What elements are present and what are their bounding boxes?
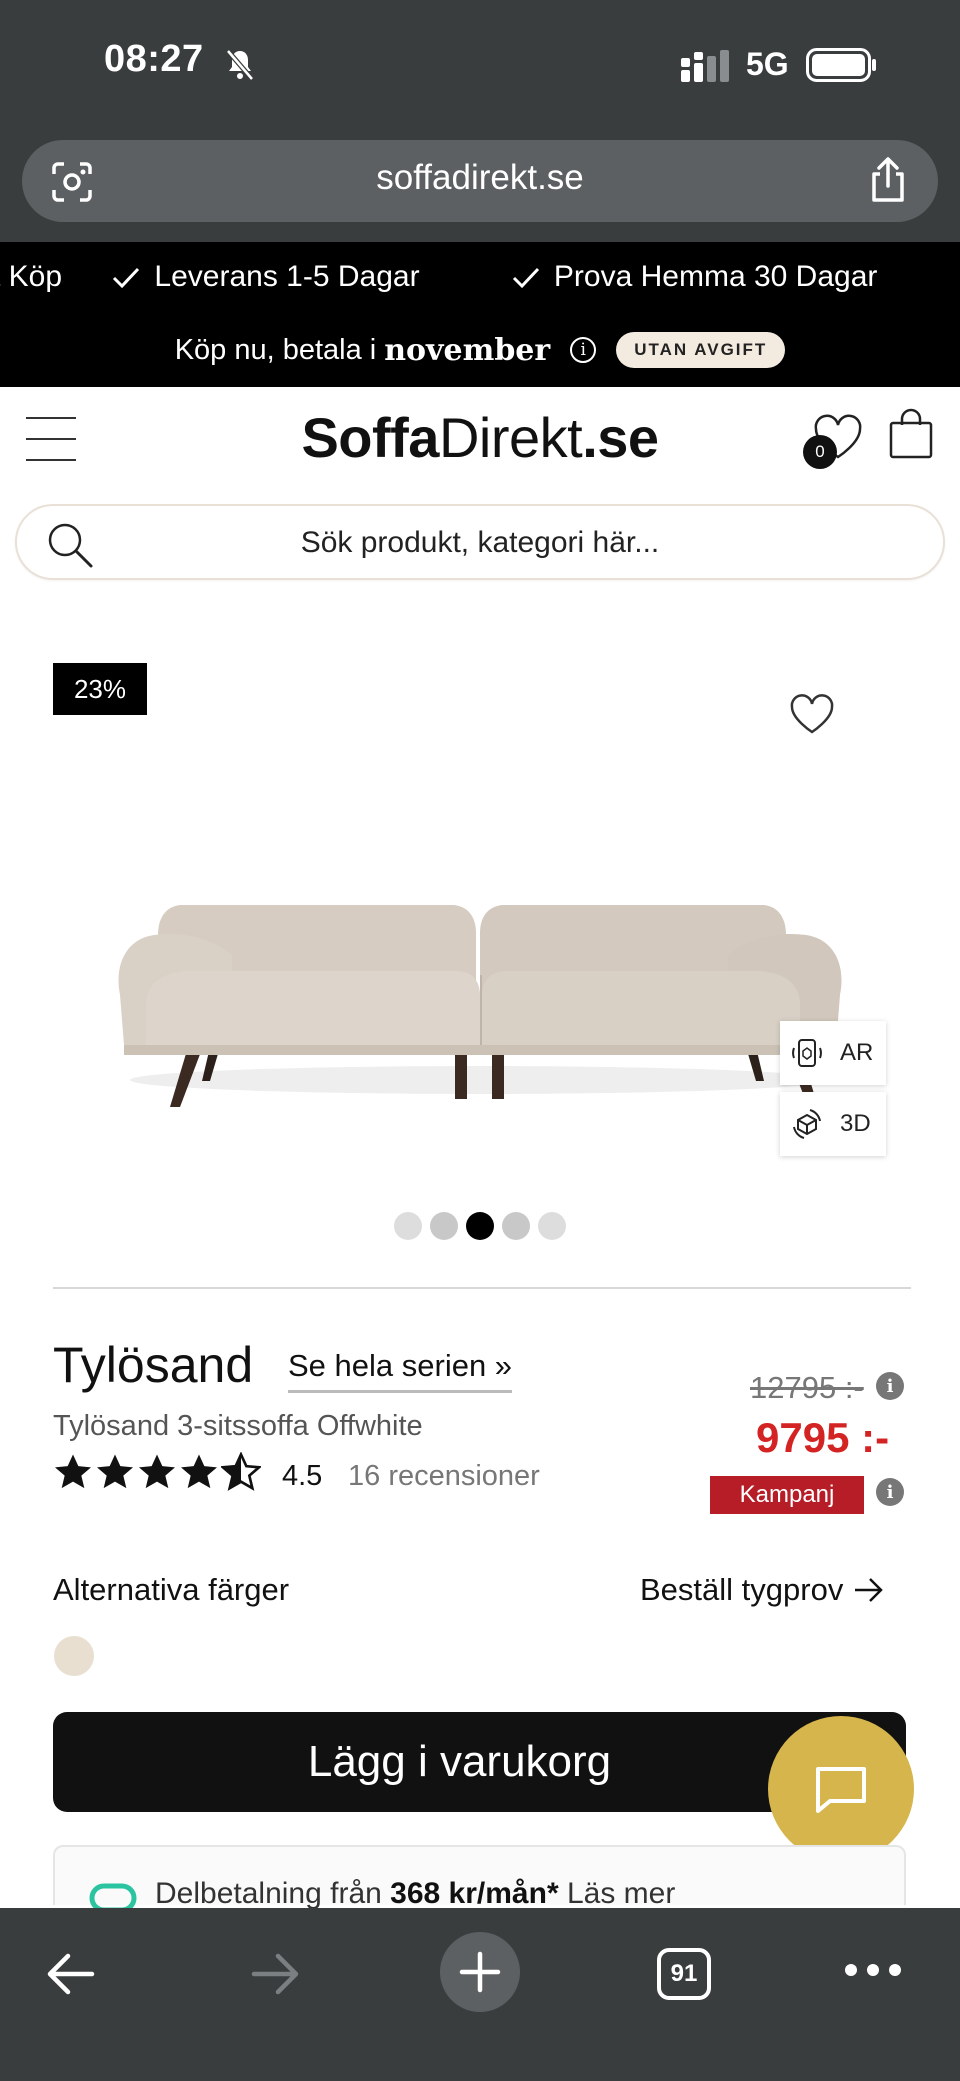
series-link[interactable]: Se hela serien » bbox=[288, 1348, 513, 1393]
no-fee-badge: UTAN AVGIFT bbox=[616, 332, 786, 368]
campaign-badge: Kampanj bbox=[710, 1476, 864, 1514]
address-bar[interactable]: soffadirekt.se bbox=[22, 140, 938, 222]
status-time: 08:27 bbox=[104, 38, 204, 80]
ar-icon bbox=[792, 1039, 822, 1067]
divider bbox=[53, 1287, 911, 1289]
usp-item: t Köp bbox=[0, 260, 63, 293]
order-fabric-sample-link[interactable]: Beställ tygprov bbox=[640, 1572, 885, 1608]
view-3d-button[interactable]: 3D bbox=[780, 1092, 886, 1156]
usp-ticker: t Köp Leverans 1-5 Dagar Prova Hemma 30 … bbox=[0, 260, 960, 294]
gallery-dot[interactable] bbox=[394, 1212, 422, 1240]
ar-button[interactable]: AR bbox=[780, 1021, 886, 1085]
read-more-link[interactable]: Läs mer bbox=[567, 1877, 675, 1910]
arrow-right-icon bbox=[855, 1578, 884, 1602]
back-arrow-icon[interactable] bbox=[44, 1952, 96, 1996]
gallery-dot[interactable] bbox=[430, 1212, 458, 1240]
star-icon bbox=[181, 1454, 217, 1489]
alternative-colors-label: Alternativa färger bbox=[53, 1572, 290, 1607]
rating-value: 4.5 bbox=[282, 1460, 323, 1492]
gallery-dot-active[interactable] bbox=[466, 1212, 494, 1240]
current-price: 9795 :- bbox=[756, 1414, 890, 1461]
campaign-info-icon[interactable]: i bbox=[876, 1478, 904, 1506]
shopping-bag-icon[interactable] bbox=[888, 407, 934, 459]
site-header: SoffaDirekt.se 0 bbox=[0, 387, 960, 497]
tabs-count-button[interactable]: 91 bbox=[657, 1948, 711, 2000]
share-icon[interactable] bbox=[868, 156, 908, 204]
half-star-icon bbox=[221, 1452, 261, 1491]
network-label: 5G bbox=[746, 46, 789, 82]
product-subtitle: Tylösand 3-sitssoffa Offwhite bbox=[53, 1410, 423, 1442]
reviews-link[interactable]: 16 recensioner bbox=[348, 1460, 540, 1493]
usp-item: Prova Hemma 30 Dagar bbox=[512, 260, 919, 293]
star-icon bbox=[139, 1454, 175, 1489]
star-icon bbox=[97, 1454, 133, 1489]
promo-banner: t Köp Leverans 1-5 Dagar Prova Hemma 30 … bbox=[0, 242, 960, 387]
color-swatch-offwhite[interactable] bbox=[54, 1636, 94, 1676]
battery-icon bbox=[806, 48, 876, 82]
chat-bubble-icon bbox=[816, 1767, 866, 1813]
installment-text: Delbetalning från 368 kr/mån* Läs mer bbox=[155, 1877, 676, 1910]
search-input[interactable]: Sök produkt, kategori här... bbox=[17, 526, 943, 560]
ar-label: AR bbox=[840, 1039, 874, 1066]
check-icon bbox=[113, 268, 140, 289]
plus-icon bbox=[459, 1951, 501, 1993]
installment-banner[interactable]: Delbetalning från 368 kr/mån* Läs mer bbox=[53, 1845, 906, 1913]
search-bar[interactable]: Sök produkt, kategori här... bbox=[15, 504, 945, 580]
browser-toolbar: 91 bbox=[0, 1908, 960, 2081]
rating-stars[interactable] bbox=[53, 1452, 261, 1492]
more-icon[interactable] bbox=[845, 1964, 901, 1980]
star-icon bbox=[55, 1454, 91, 1489]
pay-later-banner[interactable]: Köp nu, betala i november i UTAN AVGIFT bbox=[0, 328, 960, 372]
new-tab-button[interactable] bbox=[440, 1932, 520, 2012]
wishlist-count-badge: 0 bbox=[803, 435, 837, 469]
bell-slash-icon bbox=[226, 49, 254, 81]
chat-button[interactable] bbox=[768, 1716, 914, 1862]
view-3d-label: 3D bbox=[840, 1110, 871, 1137]
sofa-product-image[interactable] bbox=[110, 825, 850, 1125]
product-gallery[interactable]: 23% AR 3D bbox=[0, 600, 960, 1270]
discount-badge: 23% bbox=[53, 663, 147, 715]
signal-icon bbox=[681, 50, 729, 82]
pay-later-month: november bbox=[384, 332, 551, 368]
gallery-dot[interactable] bbox=[538, 1212, 566, 1240]
price-info-icon[interactable]: i bbox=[876, 1372, 904, 1400]
pay-later-text: Köp nu, betala i bbox=[174, 333, 377, 366]
forward-arrow-icon[interactable] bbox=[250, 1952, 302, 1996]
gallery-dot[interactable] bbox=[502, 1212, 530, 1240]
gallery-pagination[interactable] bbox=[0, 1212, 960, 1240]
favorite-heart-icon[interactable] bbox=[788, 692, 836, 736]
info-icon[interactable]: i bbox=[570, 337, 597, 363]
old-price: 12795 :- bbox=[750, 1370, 864, 1405]
cube-3d-icon bbox=[793, 1109, 821, 1139]
check-icon bbox=[512, 268, 539, 289]
product-title: Tylösand bbox=[53, 1337, 254, 1393]
url-text[interactable]: soffadirekt.se bbox=[22, 158, 938, 198]
usp-item: Leverans 1-5 Dagar bbox=[112, 260, 461, 293]
browser-chrome: 08:27 5G soffadirekt.se bbox=[0, 0, 960, 242]
